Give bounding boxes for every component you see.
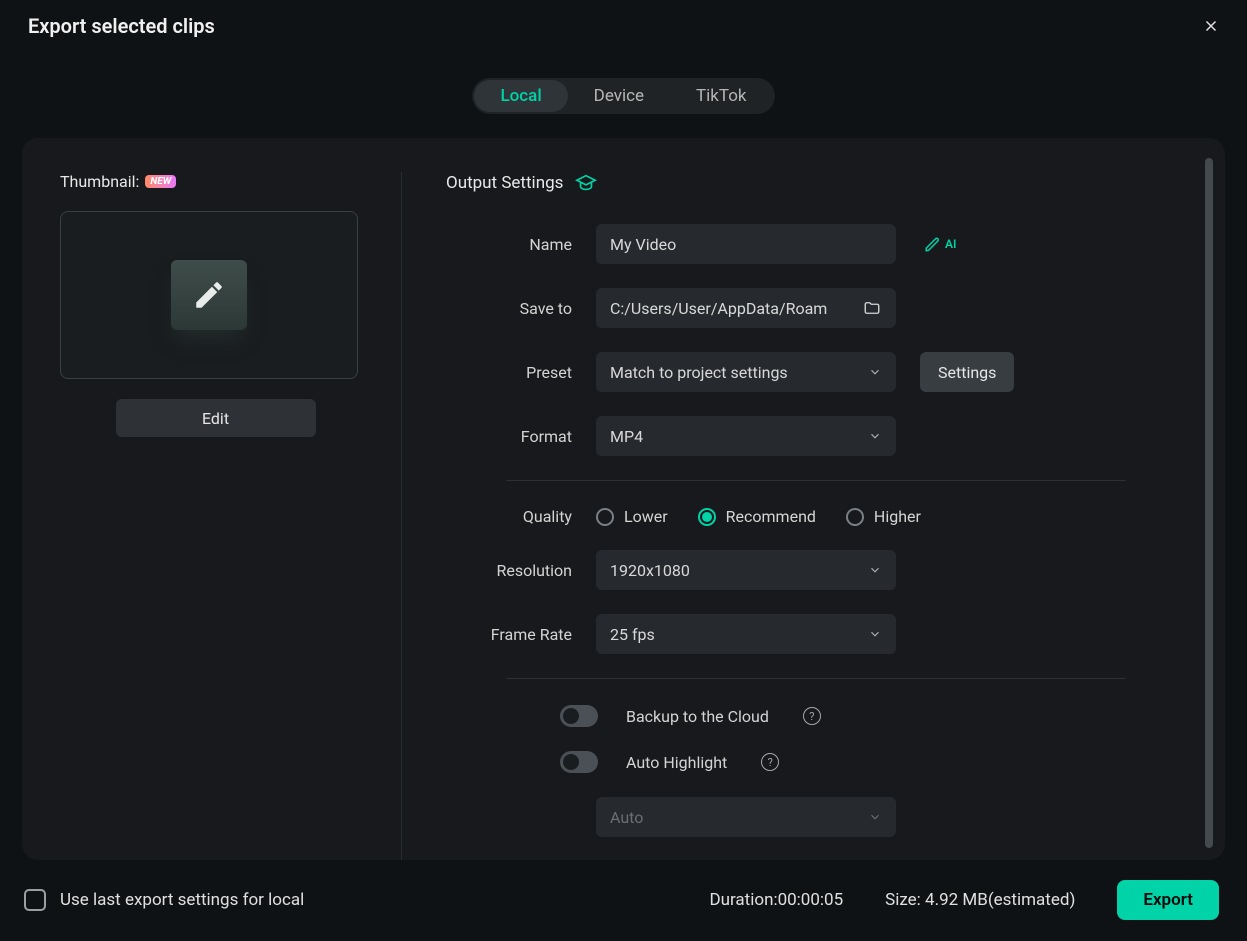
quality-lower[interactable]: Lower <box>596 507 668 526</box>
quality-higher[interactable]: Higher <box>846 507 921 526</box>
auto-row: Auto <box>446 797 1167 837</box>
name-label: Name <box>446 235 596 254</box>
tabs-wrap: Local Device TikTok <box>472 78 774 114</box>
ai-label: AI <box>945 237 956 251</box>
framerate-value: 25 fps <box>610 625 655 644</box>
thumbnail-preview[interactable] <box>60 211 358 379</box>
thumbnail-label: Thumbnail: <box>60 172 139 191</box>
toggle-knob <box>563 708 579 724</box>
quality-recommend-label: Recommend <box>726 507 816 526</box>
name-input[interactable]: My Video <box>596 224 896 264</box>
radio-icon <box>596 508 614 526</box>
size-label: Size: <box>885 890 925 910</box>
size-suffix: (estimated) <box>988 890 1076 910</box>
quality-label: Quality <box>446 507 596 526</box>
autohighlight-row: Auto Highlight ? <box>446 751 1167 773</box>
output-settings-label: Output Settings <box>446 173 563 193</box>
scrollbar[interactable] <box>1205 158 1213 848</box>
ai-name-button[interactable]: AI <box>924 235 956 253</box>
autohighlight-label: Auto Highlight <box>626 753 727 772</box>
tab-tiktok[interactable]: TikTok <box>670 80 773 112</box>
resolution-value: 1920x1080 <box>610 561 690 580</box>
thumbnail-label-row: Thumbnail: NEW <box>60 172 371 191</box>
thumbnail-section: Thumbnail: NEW Edit <box>60 172 402 860</box>
preset-settings-button[interactable]: Settings <box>920 352 1014 392</box>
chevron-down-icon <box>868 563 882 577</box>
autohighlight-toggle[interactable] <box>560 751 598 773</box>
resolution-select[interactable]: 1920x1080 <box>596 550 896 590</box>
pencil-ai-icon <box>924 235 942 253</box>
tabs-bar: Local Device TikTok <box>0 78 1247 114</box>
preset-label: Preset <box>446 363 596 382</box>
backup-row: Backup to the Cloud ? <box>446 705 1167 727</box>
size-meta: Size: 4.92 MB(estimated) <box>885 890 1075 910</box>
name-value: My Video <box>610 235 676 254</box>
divider <box>506 678 1126 679</box>
toggle-knob <box>563 754 579 770</box>
preset-select[interactable]: Match to project settings <box>596 352 896 392</box>
help-icon[interactable]: ? <box>803 707 821 725</box>
chevron-down-icon <box>868 365 882 379</box>
saveto-input[interactable]: C:/Users/User/AppData/Roam <box>596 288 896 328</box>
quality-higher-label: Higher <box>874 507 921 526</box>
format-select[interactable]: MP4 <box>596 416 896 456</box>
resolution-row: Resolution 1920x1080 <box>446 550 1167 590</box>
backup-toggle[interactable] <box>560 705 598 727</box>
backup-label: Backup to the Cloud <box>626 707 769 726</box>
name-row: Name My Video AI <box>446 224 1167 264</box>
use-last-settings-label: Use last export settings for local <box>60 890 304 910</box>
help-icon[interactable]: ? <box>761 753 779 771</box>
footer-right: Duration:00:00:05 Size: 4.92 MB(estimate… <box>709 880 1219 920</box>
quality-lower-label: Lower <box>624 507 668 526</box>
format-label: Format <box>446 427 596 446</box>
framerate-select[interactable]: 25 fps <box>596 614 896 654</box>
chevron-down-icon <box>868 627 882 641</box>
saveto-value: C:/Users/User/AppData/Roam <box>610 299 862 318</box>
size-value: 4.92 MB <box>925 890 988 910</box>
tab-device[interactable]: Device <box>568 80 670 112</box>
export-button[interactable]: Export <box>1117 880 1219 920</box>
output-settings-title: Output Settings <box>446 172 1167 194</box>
tab-local[interactable]: Local <box>474 80 567 112</box>
quality-recommend[interactable]: Recommend <box>698 507 816 526</box>
format-row: Format MP4 <box>446 416 1167 456</box>
graduation-cap-icon[interactable] <box>575 172 597 194</box>
output-settings: Output Settings Name My Video AI Save to… <box>402 172 1207 860</box>
quality-row: Quality Lower Recommend Higher <box>446 507 1167 526</box>
framerate-row: Frame Rate 25 fps <box>446 614 1167 654</box>
preset-value: Match to project settings <box>610 363 788 382</box>
chevron-down-icon <box>868 429 882 443</box>
radio-icon <box>846 508 864 526</box>
duration-value: 00:00:05 <box>778 890 844 910</box>
pencil-icon <box>192 278 226 312</box>
thumbnail-placeholder <box>171 260 247 330</box>
chevron-down-icon <box>868 810 882 824</box>
quality-radio-group: Lower Recommend Higher <box>596 507 921 526</box>
resolution-label: Resolution <box>446 561 596 580</box>
dialog-title: Export selected clips <box>28 14 215 38</box>
new-badge: NEW <box>145 175 176 188</box>
saveto-row: Save to C:/Users/User/AppData/Roam <box>446 288 1167 328</box>
auto-value: Auto <box>610 808 643 827</box>
duration-meta: Duration:00:00:05 <box>709 890 843 910</box>
dialog-header: Export selected clips <box>0 0 1247 48</box>
folder-icon[interactable] <box>862 299 882 317</box>
dialog-footer: Use last export settings for local Durat… <box>0 860 1247 920</box>
close-icon <box>1202 17 1220 35</box>
saveto-label: Save to <box>446 299 596 318</box>
framerate-label: Frame Rate <box>446 625 596 644</box>
edit-thumbnail-button[interactable]: Edit <box>116 399 316 437</box>
use-last-settings-checkbox[interactable] <box>24 889 46 911</box>
format-value: MP4 <box>610 427 643 446</box>
close-button[interactable] <box>1197 12 1225 40</box>
preset-row: Preset Match to project settings Setting… <box>446 352 1167 392</box>
divider <box>506 480 1126 481</box>
radio-icon <box>698 508 716 526</box>
auto-select: Auto <box>596 797 896 837</box>
duration-label: Duration: <box>709 890 777 910</box>
settings-panel: Thumbnail: NEW Edit Output Settings Name… <box>22 138 1225 860</box>
